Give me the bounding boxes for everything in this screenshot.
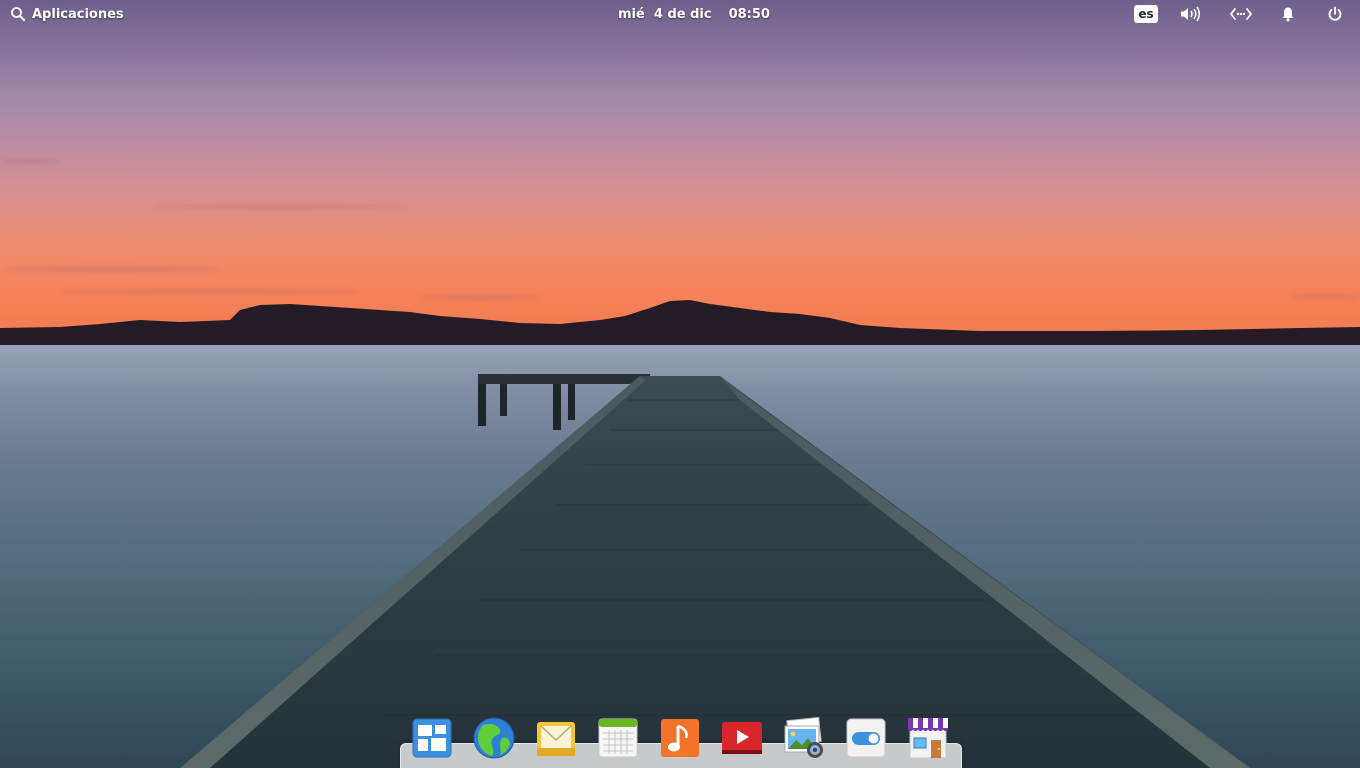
session-indicator[interactable] <box>1323 0 1347 28</box>
date-label: mié 4 de dic <box>618 6 712 22</box>
top-panel: Aplicaciones mié 4 de dic 08:50 es <box>0 0 1360 28</box>
dock-item-calendar[interactable] <box>596 716 640 760</box>
applications-menu[interactable]: Aplicaciones <box>10 0 124 28</box>
dock-item-system-settings[interactable] <box>844 716 888 760</box>
network-indicator[interactable] <box>1228 0 1254 28</box>
mail-icon <box>537 722 575 756</box>
system-settings-icon <box>846 718 886 758</box>
dock-item-music[interactable] <box>658 716 702 760</box>
power-icon <box>1328 6 1342 21</box>
dock-item-web-browser[interactable] <box>472 716 516 760</box>
dock-item-mail[interactable] <box>534 716 578 760</box>
appcenter-icon <box>908 718 948 759</box>
dock-item-multitasking-view[interactable] <box>410 716 454 760</box>
notifications-indicator[interactable] <box>1276 0 1300 28</box>
music-icon <box>661 719 699 757</box>
applications-label: Aplicaciones <box>32 6 124 22</box>
dock-item-photos[interactable] <box>782 716 826 760</box>
dock-item-videos[interactable] <box>720 716 764 760</box>
notifications-icon <box>1282 7 1294 22</box>
calendar-icon <box>598 718 638 758</box>
time-label: 08:50 <box>728 6 770 22</box>
dock-item-appcenter[interactable] <box>906 716 950 760</box>
network-icon <box>1229 8 1253 20</box>
dock-items <box>400 716 960 760</box>
date-time-indicator[interactable]: mié 4 de dic 08:50 <box>618 0 770 28</box>
keyboard-layout-indicator[interactable]: es <box>1134 0 1158 28</box>
videos-icon <box>722 722 762 754</box>
search-icon <box>11 7 25 21</box>
desktop[interactable]: Aplicaciones mié 4 de dic 08:50 es <box>0 0 1360 768</box>
keyboard-layout-badge: es <box>1134 5 1158 23</box>
wallpaper-pier <box>180 374 1250 768</box>
volume-indicator[interactable] <box>1178 0 1202 28</box>
multitasking-view-icon <box>412 718 452 758</box>
photos-icon <box>784 716 823 758</box>
web-browser-icon <box>473 717 515 759</box>
volume-icon <box>1181 6 1201 22</box>
